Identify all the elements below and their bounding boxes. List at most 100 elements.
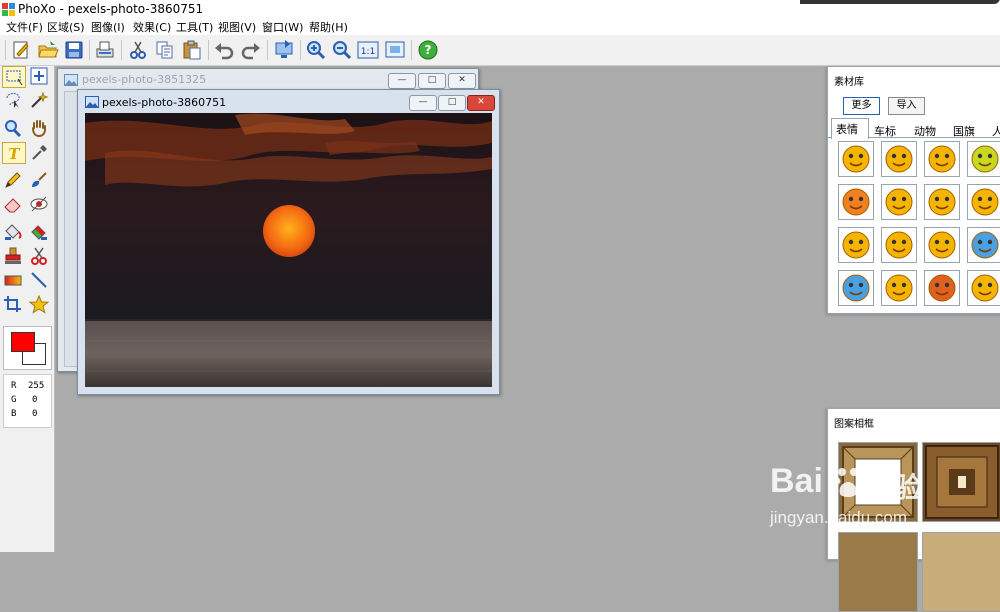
fit-screen-icon[interactable] xyxy=(384,39,406,61)
toolbar-separator xyxy=(208,40,209,60)
menu-item[interactable]: 工具(T) xyxy=(176,19,213,35)
new-icon[interactable] xyxy=(10,39,32,61)
copy-icon[interactable] xyxy=(154,39,176,61)
baidu-watermark: Bai 经验 jingyan.baidu.com xyxy=(770,462,990,532)
photo-canvas[interactable] xyxy=(85,113,492,387)
color-swatch-box xyxy=(3,326,52,370)
rgb-readout: R 255 G 0 B 0 xyxy=(3,374,52,428)
watermark-brand: Bai xyxy=(770,462,823,500)
menu-item[interactable]: 窗口(W) xyxy=(262,19,303,35)
emoji-thumbnail[interactable] xyxy=(881,184,917,220)
toolbar-separator xyxy=(121,40,122,60)
rgb-g-label: G xyxy=(11,395,17,405)
watermark-url: jingyan.baidu.com xyxy=(770,508,908,527)
clone-stamp-icon[interactable] xyxy=(2,246,24,266)
menu-item[interactable]: 区域(S) xyxy=(47,19,85,35)
actual-size-label: 1:1 xyxy=(361,47,375,57)
brush-icon[interactable] xyxy=(28,170,50,190)
move-icon[interactable] xyxy=(28,66,50,86)
foreground-color-swatch[interactable] xyxy=(11,332,35,352)
redo-icon[interactable] xyxy=(240,39,262,61)
document-window-front[interactable]: pexels-photo-3860751 — □ ✕ xyxy=(77,89,500,395)
emoji-thumbnail[interactable] xyxy=(967,141,1000,177)
svg-text:?: ? xyxy=(425,43,432,57)
pencil-icon[interactable] xyxy=(2,170,24,190)
sunset-photo xyxy=(85,113,492,387)
hand-icon[interactable] xyxy=(28,118,50,138)
menu-item[interactable]: 视图(V) xyxy=(218,19,256,35)
rgb-r-value: 255 xyxy=(28,381,45,391)
magic-wand-icon[interactable] xyxy=(28,90,50,110)
title-bar-shadow xyxy=(800,0,1000,4)
toolbar-separator xyxy=(5,40,6,60)
frame-thumbnail[interactable] xyxy=(838,532,918,612)
app-title: PhoXo - pexels-photo-3860751 xyxy=(18,2,204,16)
text-icon[interactable]: T xyxy=(2,142,26,164)
scan-icon[interactable] xyxy=(94,39,116,61)
color-replace-icon[interactable] xyxy=(28,222,50,242)
emoji-thumbnail[interactable] xyxy=(838,184,874,220)
toolbar-separator xyxy=(267,40,268,60)
menu-item[interactable]: 文件(F) xyxy=(6,19,43,35)
line-icon[interactable] xyxy=(28,270,50,290)
open-icon[interactable] xyxy=(37,39,59,61)
panel-title: 图案相框 xyxy=(834,419,874,430)
paste-icon[interactable] xyxy=(181,39,203,61)
emoji-thumbnail[interactable] xyxy=(838,141,874,177)
eyedropper-icon[interactable] xyxy=(28,142,50,162)
frame-thumbnail[interactable] xyxy=(922,532,1000,612)
emoji-thumbnail[interactable] xyxy=(967,184,1000,220)
eraser-icon[interactable] xyxy=(2,194,24,214)
minimize-button[interactable]: — xyxy=(388,73,416,89)
save-icon[interactable] xyxy=(63,39,85,61)
title-bar: PhoXo - pexels-photo-3860751 xyxy=(0,0,1000,18)
star-icon[interactable] xyxy=(28,294,50,314)
toolbar-separator xyxy=(89,40,90,60)
actual-size-icon[interactable]: 1:1 xyxy=(357,39,379,61)
maximize-button[interactable]: □ xyxy=(438,95,466,111)
help-icon[interactable]: ? xyxy=(417,39,439,61)
close-button[interactable]: ✕ xyxy=(448,73,476,89)
tool-panel: T R 255 G 0 B 0 xyxy=(0,66,55,552)
menu-item[interactable]: 帮助(H) xyxy=(309,19,348,35)
lasso-icon[interactable] xyxy=(2,90,24,110)
rgb-b-value: 0 xyxy=(32,409,38,419)
cut-icon[interactable] xyxy=(127,39,149,61)
zoom-icon[interactable] xyxy=(2,118,24,138)
emoji-thumbnail[interactable] xyxy=(881,141,917,177)
toolbar-separator xyxy=(300,40,301,60)
scissors-icon[interactable] xyxy=(28,246,50,266)
maximize-button[interactable]: □ xyxy=(418,73,446,89)
close-button[interactable]: ✕ xyxy=(467,95,495,111)
red-eye-icon[interactable] xyxy=(28,194,50,214)
rgb-g-value: 0 xyxy=(32,395,38,405)
menu-item[interactable]: 图像(I) xyxy=(91,19,125,35)
emoji-thumbnail[interactable] xyxy=(924,270,960,306)
watermark-brand-suffix: 经验 xyxy=(866,471,923,504)
rect-select-icon[interactable] xyxy=(2,66,26,88)
emoji-grid xyxy=(828,67,1000,313)
menu-item[interactable]: 效果(C) xyxy=(133,19,171,35)
toolbar-separator xyxy=(411,40,412,60)
emoji-thumbnail[interactable] xyxy=(967,227,1000,263)
gradient-icon[interactable] xyxy=(2,270,24,290)
material-library-panel: 素材库 更多 导入 表情 车标 动物 国旗 人 xyxy=(827,66,1000,314)
screen-capture-icon[interactable] xyxy=(273,39,295,61)
undo-icon[interactable] xyxy=(213,39,235,61)
paw-icon xyxy=(833,466,864,503)
emoji-thumbnail[interactable] xyxy=(924,184,960,220)
window-image-icon xyxy=(85,96,99,111)
emoji-thumbnail[interactable] xyxy=(924,141,960,177)
zoom-out-icon[interactable] xyxy=(331,39,353,61)
emoji-thumbnail[interactable] xyxy=(881,270,917,306)
emoji-thumbnail[interactable] xyxy=(838,227,874,263)
rgb-r-label: R xyxy=(11,381,17,391)
minimize-button[interactable]: — xyxy=(409,95,437,111)
zoom-in-icon[interactable] xyxy=(305,39,327,61)
crop-icon[interactable] xyxy=(2,294,24,314)
emoji-thumbnail[interactable] xyxy=(967,270,1000,306)
emoji-thumbnail[interactable] xyxy=(924,227,960,263)
bucket-icon[interactable] xyxy=(2,222,24,242)
emoji-thumbnail[interactable] xyxy=(881,227,917,263)
emoji-thumbnail[interactable] xyxy=(838,270,874,306)
